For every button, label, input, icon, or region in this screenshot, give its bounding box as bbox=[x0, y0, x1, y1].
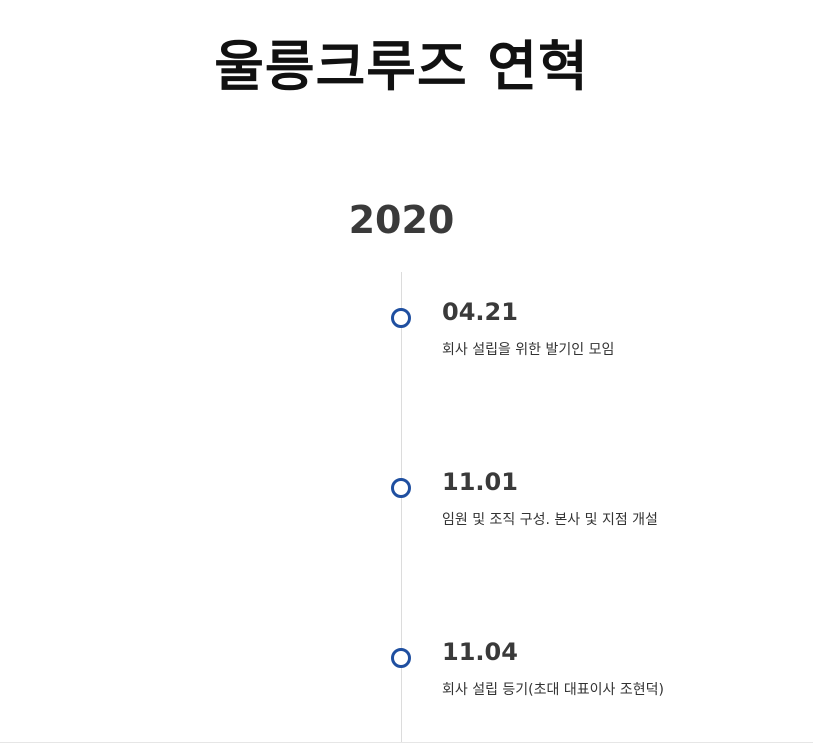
timeline-dot-icon bbox=[391, 308, 411, 328]
timeline-dot-icon bbox=[391, 478, 411, 498]
event-description: 회사 설립 등기(초대 대표이사 조현덕) bbox=[442, 682, 664, 698]
timeline-event: 04.21 회사 설립을 위한 발기인 모임 bbox=[0, 295, 813, 375]
event-date: 11.04 bbox=[442, 638, 518, 666]
timeline-event: 11.04 회사 설립 등기(초대 대표이사 조현덕) bbox=[0, 635, 813, 715]
timeline-event: 11.01 임원 및 조직 구성. 본사 및 지점 개설 bbox=[0, 465, 813, 545]
year-heading: 2020 bbox=[348, 198, 455, 242]
event-date: 11.01 bbox=[442, 468, 518, 496]
timeline-dot-icon bbox=[391, 648, 411, 668]
page-title: 울릉크루즈 연혁 bbox=[214, 35, 589, 98]
event-description: 회사 설립을 위한 발기인 모임 bbox=[442, 342, 615, 358]
event-date: 04.21 bbox=[442, 298, 518, 326]
event-description: 임원 및 조직 구성. 본사 및 지점 개설 bbox=[442, 512, 658, 528]
